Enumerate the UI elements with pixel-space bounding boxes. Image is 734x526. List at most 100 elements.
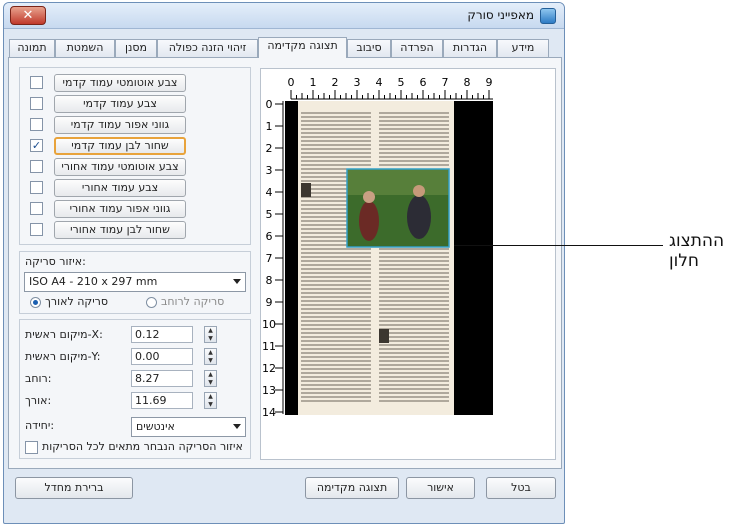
image-type-button[interactable]: צבע אוטומטי עמוד קדמי <box>54 74 186 92</box>
preview-tab-panel: צבע אוטומטי עמוד קדמי צבע עמוד קדמי גוונ… <box>8 57 562 469</box>
image-type-checkbox[interactable] <box>30 118 43 131</box>
scanner-app-icon <box>540 8 556 24</box>
landscape-radio[interactable] <box>30 297 41 308</box>
apply-all-checkbox[interactable] <box>25 441 38 454</box>
left-ruler: 0 1 2 3 4 5 6 7 8 9 10 11 12 13 14 <box>262 98 284 419</box>
x-origin-label: מיקום ראשית-X: <box>25 328 103 341</box>
ruler-label: 0 <box>288 76 295 89</box>
callout-line <box>454 245 663 246</box>
tab-settings[interactable]: הגדרות <box>443 39 497 57</box>
unit-select[interactable]: אינטשים <box>131 417 246 437</box>
ruler-label: 1 <box>266 120 273 133</box>
spin-down-icon[interactable]: ▼ <box>205 401 216 409</box>
image-type-checkbox[interactable] <box>30 97 43 110</box>
image-type-checkbox[interactable] <box>30 76 43 89</box>
default-button[interactable]: ברירת מחדל <box>15 477 133 499</box>
tab-bar: מידע הגדרות הפרדה סיבוב תצוגה מקדימה זיה… <box>7 37 563 70</box>
spin-up-icon[interactable]: ▲ <box>205 371 216 379</box>
ruler-label: 7 <box>442 76 449 89</box>
tab-separation[interactable]: הפרדה <box>391 39 443 57</box>
ruler-label: 9 <box>486 76 493 89</box>
ok-button[interactable]: אישור <box>406 477 475 499</box>
top-ruler: 0 1 2 3 4 5 6 7 8 9 <box>288 76 493 100</box>
length-spinner[interactable]: ▲ ▼ <box>204 392 217 409</box>
ruler-label: 0 <box>266 98 273 111</box>
ruler-label: 13 <box>262 384 276 397</box>
ruler-label: 8 <box>266 274 273 287</box>
image-type-button-selected[interactable]: שחור לבן עמוד קדמי <box>54 137 186 155</box>
tab-info[interactable]: מידע <box>497 39 549 57</box>
image-type-checkbox[interactable] <box>30 160 43 173</box>
callout-label: ההתצוג חלון <box>669 231 725 271</box>
ruler-label: 14 <box>262 406 276 419</box>
width-input[interactable]: 8.27 <box>131 370 193 387</box>
window-title: מאפייני סורק <box>467 8 534 22</box>
image-type-checkbox-checked[interactable]: ✓ <box>30 139 43 152</box>
y-origin-input[interactable]: 0.00 <box>131 348 193 365</box>
ruler-label: 1 <box>310 76 317 89</box>
chevron-down-icon <box>233 279 241 284</box>
scan-area-select[interactable]: ISO A4 - 210 x 297 mm <box>24 272 246 292</box>
spin-up-icon[interactable]: ▲ <box>205 327 216 335</box>
image-type-button[interactable]: שחור לבן עמוד אחורי <box>54 221 186 239</box>
landscape-label: סריקה לאורך <box>45 295 109 308</box>
ruler-label: 6 <box>266 230 273 243</box>
ruler-label: 4 <box>376 76 383 89</box>
image-type-button[interactable]: צבע עמוד אחורי <box>54 179 186 197</box>
image-type-group: צבע אוטומטי עמוד קדמי צבע עמוד קדמי גוונ… <box>19 67 251 245</box>
preview-pane[interactable]: 0 1 2 3 4 5 6 7 8 9 0 1 2 3 4 5 6 7 8 9 … <box>260 68 556 460</box>
image-type-button[interactable]: גווני אפור עמוד אחורי <box>54 200 186 218</box>
length-label: אורך: <box>25 394 52 407</box>
image-type-checkbox[interactable] <box>30 181 43 194</box>
unit-value: אינטשים <box>136 420 175 433</box>
ruler-label: 2 <box>266 142 273 155</box>
image-type-checkbox[interactable] <box>30 202 43 215</box>
y-origin-spinner[interactable]: ▲ ▼ <box>204 348 217 365</box>
tab-image[interactable]: תמונה <box>9 39 55 57</box>
x-origin-spinner[interactable]: ▲ ▼ <box>204 326 217 343</box>
tab-color-dropout[interactable]: השמטת צבע <box>55 39 115 70</box>
width-spinner[interactable]: ▲ ▼ <box>204 370 217 387</box>
scan-area-group: איזור סריקה: ISO A4 - 210 x 297 mm סריקה… <box>19 251 251 314</box>
spin-down-icon[interactable]: ▼ <box>205 357 216 365</box>
ruler-label: 7 <box>266 252 273 265</box>
ruler-label: 11 <box>262 340 276 353</box>
spin-down-icon[interactable]: ▼ <box>205 335 216 343</box>
ruler-label: 3 <box>354 76 361 89</box>
title-bar: ✕ מאפייני סורק <box>4 3 564 29</box>
y-origin-label: מיקום ראשית-Y: <box>25 350 101 363</box>
image-type-button[interactable]: צבע אוטומטי עמוד אחורי <box>54 158 186 176</box>
preview-canvas: 0 1 2 3 4 5 6 7 8 9 0 1 2 3 4 5 6 7 8 9 … <box>262 76 555 419</box>
ruler-label: 5 <box>266 208 273 221</box>
spin-up-icon[interactable]: ▲ <box>205 349 216 357</box>
portrait-radio[interactable] <box>146 297 157 308</box>
width-label: רוחב: <box>25 372 52 385</box>
ruler-label: 3 <box>266 164 273 177</box>
x-origin-input[interactable]: 0.12 <box>131 326 193 343</box>
ruler-label: 10 <box>262 318 276 331</box>
image-type-button[interactable]: צבע עמוד קדמי <box>54 95 186 113</box>
spin-down-icon[interactable]: ▼ <box>205 379 216 387</box>
chevron-down-icon <box>233 424 241 429</box>
ruler-label: 12 <box>262 362 276 375</box>
ruler-label: 9 <box>266 296 273 309</box>
tab-rotation[interactable]: סיבוב <box>347 39 391 57</box>
length-input[interactable]: 11.69 <box>131 392 193 409</box>
apply-all-label: איזור הסריקה הנבחר מתאים לכל הסריקות <box>42 440 243 453</box>
image-type-button[interactable]: גווני אפור עמוד קדמי <box>54 116 186 134</box>
image-type-checkbox[interactable] <box>30 223 43 236</box>
drop-cap <box>301 183 311 197</box>
preview-button[interactable]: תצוגה מקדימה <box>305 477 399 499</box>
ruler-label: 6 <box>420 76 427 89</box>
ruler-label: 4 <box>266 186 273 199</box>
spin-up-icon[interactable]: ▲ <box>205 393 216 401</box>
tab-filter[interactable]: מסנן <box>115 39 157 57</box>
drop-cap <box>379 329 389 343</box>
scan-area-label: איזור סריקה: <box>25 255 86 268</box>
portrait-label: סריקה לרוחב <box>161 295 225 308</box>
cancel-button[interactable]: בטל <box>486 477 556 499</box>
close-button[interactable]: ✕ <box>10 6 46 25</box>
tab-double-feed-detection[interactable]: זיהוי הזנה כפולה <box>157 39 258 57</box>
tab-preview[interactable]: תצוגה מקדימה <box>258 37 347 58</box>
article-photo <box>346 168 450 248</box>
